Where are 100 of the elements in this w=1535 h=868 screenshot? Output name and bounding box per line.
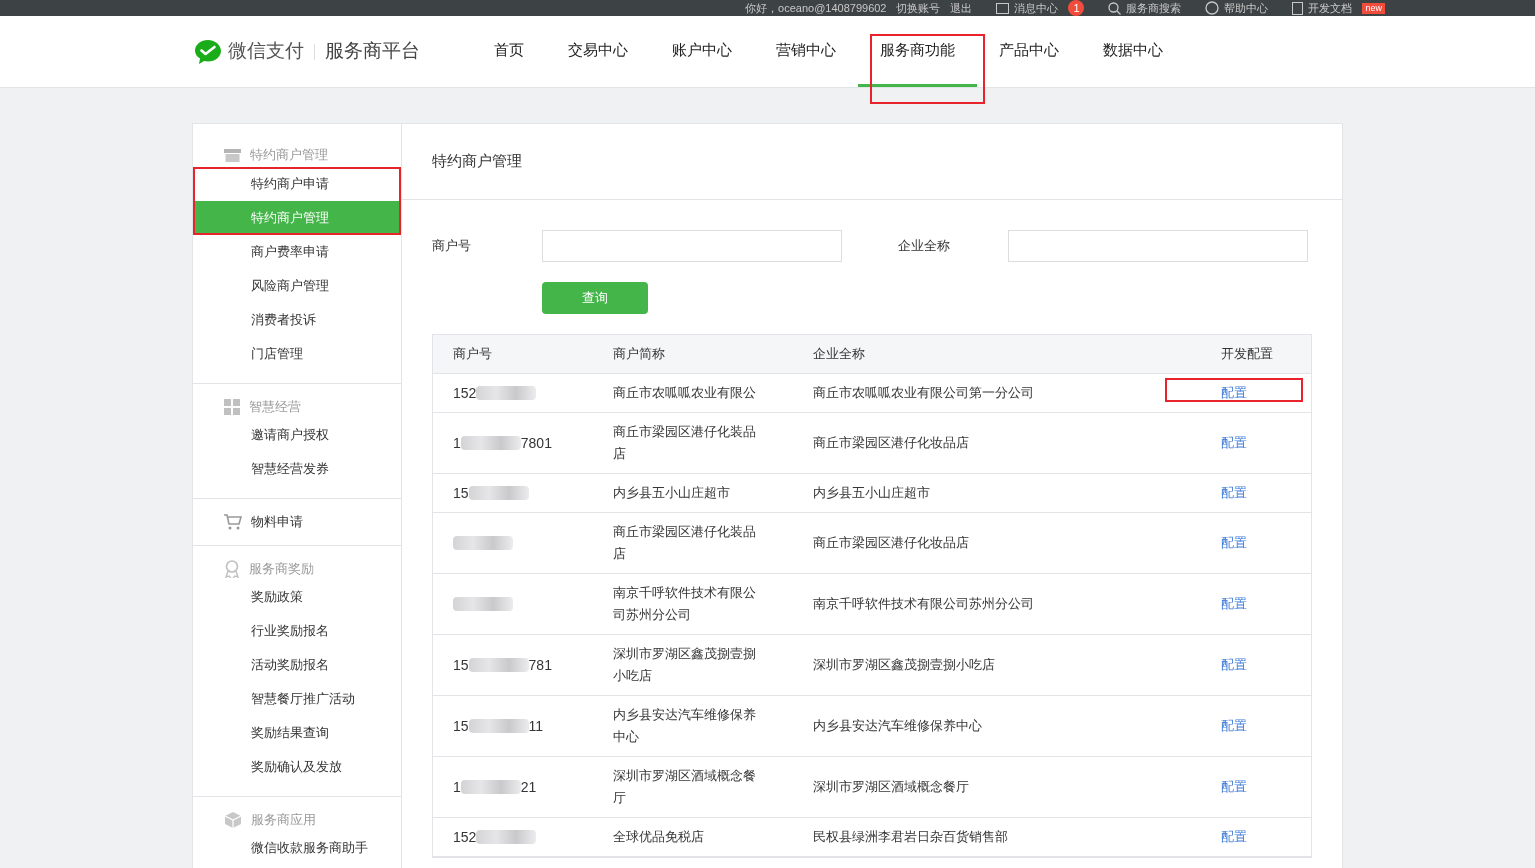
store-icon: [224, 148, 241, 162]
table-cell: 内乡县五小山庄超市: [813, 485, 930, 501]
box-icon: [224, 811, 242, 829]
config-link[interactable]: 配置: [1221, 433, 1247, 453]
table-cell: 商丘市梁园区港仔化妆品店: [813, 435, 969, 451]
blurred-text: [476, 386, 537, 400]
sidebar-item[interactable]: 消费者投诉: [193, 303, 401, 337]
logo-icon: [194, 38, 222, 65]
top-link[interactable]: 切换账号: [896, 1, 941, 15]
top-link[interactable]: 退出: [950, 1, 973, 15]
config-link[interactable]: 配置: [1221, 716, 1247, 736]
nav-tab[interactable]: 账户中心: [650, 16, 754, 87]
config-link[interactable]: 配置: [1221, 383, 1247, 403]
table-cell-text: 全球优品免税店: [613, 828, 705, 846]
top-link[interactable]: 消息中心: [996, 1, 1059, 15]
page-title: 特约商户管理: [432, 151, 522, 172]
field-label: 商户号: [432, 237, 472, 256]
merchant-id: 21: [520, 777, 537, 797]
award-icon: [224, 560, 240, 578]
sidebar-item[interactable]: 商户费率申请: [193, 235, 401, 269]
nav-tab[interactable]: 营销中心: [754, 16, 858, 87]
nav-tab[interactable]: 数据中心: [1081, 16, 1185, 87]
merchant-id: 781: [528, 655, 552, 675]
blurred-text: [460, 436, 521, 450]
config-link[interactable]: 配置: [1221, 483, 1247, 503]
nav-tab[interactable]: 产品中心: [977, 16, 1081, 87]
merchant-id: 15: [453, 716, 469, 736]
sidebar-item[interactable]: 智慧经营发券: [193, 452, 401, 486]
table-cell-text: 深圳市罗湖区酒域概念餐厅: [613, 767, 757, 807]
merchant-id: 15: [453, 655, 469, 675]
blurred-text: [468, 719, 529, 733]
blurred-text: [460, 780, 521, 794]
merchant-id: 15: [453, 483, 469, 503]
table-cell-text: 内乡县五小山庄超市: [613, 484, 731, 502]
table-cell-text: 南京千呼软件技术有限公司苏州分公司: [613, 584, 757, 624]
notification-badge: new: [1362, 2, 1385, 14]
help-icon: [1205, 1, 1220, 15]
sidebar-item[interactable]: 特约商户申请: [193, 167, 401, 201]
sidebar-group-title: 特约商户管理: [250, 146, 328, 165]
config-link[interactable]: 配置: [1221, 777, 1247, 797]
table-cell: 商丘市农呱呱农业有限公司第一分公司: [813, 385, 1034, 401]
column-header: 企业全称: [813, 346, 865, 362]
notification-badge: 1: [1068, 0, 1085, 16]
table-cell-text: 商丘市梁园区港仔化装品店: [613, 423, 757, 463]
blurred-text: [476, 830, 537, 844]
document-icon: [1292, 1, 1304, 15]
sidebar-item[interactable]: 微信收款服务商助手: [193, 831, 401, 865]
sidebar-item[interactable]: 风险商户管理: [193, 269, 401, 303]
sidebar-group-title: 服务商应用: [251, 811, 316, 830]
mail-icon: [996, 2, 1010, 14]
merchant-id: 152: [453, 383, 477, 403]
nav-tab[interactable]: 首页: [472, 16, 546, 87]
nav-tab[interactable]: 服务商功能: [858, 16, 977, 87]
column-header: 商户简称: [613, 346, 665, 362]
top-link[interactable]: 帮助中心: [1205, 1, 1269, 15]
merchant-id: 152: [453, 827, 477, 847]
merchant-id: 11: [528, 716, 544, 736]
sidebar-item[interactable]: 邀请商户授权: [193, 418, 401, 452]
top-link[interactable]: 服务商搜索: [1108, 1, 1182, 15]
sidebar-group-title: 智慧经营: [249, 398, 301, 417]
search-icon: [1108, 1, 1122, 15]
column-header: 开发配置: [1221, 346, 1273, 362]
column-header: 商户号: [453, 346, 492, 362]
sidebar-item[interactable]: 物料申请: [251, 512, 303, 532]
config-link[interactable]: 配置: [1221, 594, 1247, 614]
table-cell: 内乡县安达汽车维修保养中心: [813, 718, 982, 734]
table-cell-text: 商丘市农呱呱农业有限公: [613, 384, 757, 402]
sidebar-item[interactable]: 智慧餐厅推广活动: [193, 682, 401, 716]
input-field[interactable]: [542, 230, 842, 262]
top-link[interactable]: 开发文档: [1292, 1, 1353, 15]
table-cell: 商丘市梁园区港仔化妆品店: [813, 535, 969, 551]
sidebar-item[interactable]: 门店管理: [193, 337, 401, 371]
table-cell-text: 商丘市梁园区港仔化装品店: [613, 523, 757, 563]
blurred-text: [453, 597, 513, 611]
merchant-id: 1: [453, 433, 461, 453]
greeting-text: 你好，oceano@1408799602: [745, 1, 887, 15]
grid-icon: [224, 399, 240, 415]
cart-icon: [224, 514, 242, 530]
field-label: 企业全称: [898, 237, 951, 256]
table-cell: 南京千呼软件技术有限公司苏州分公司: [813, 596, 1034, 612]
table-cell-text: 深圳市罗湖区鑫茂捌壹捌小吃店: [613, 645, 757, 685]
nav-tab[interactable]: 交易中心: [546, 16, 650, 87]
sidebar-item[interactable]: 奖励政策: [193, 580, 401, 614]
config-link[interactable]: 配置: [1221, 655, 1247, 675]
brand-name: 微信支付: [228, 39, 304, 64]
config-link[interactable]: 配置: [1221, 533, 1247, 553]
merchant-id: 7801: [520, 433, 552, 453]
table-cell: 民权县绿洲李君岩日杂百货销售部: [813, 829, 1008, 845]
blurred-text: [468, 658, 529, 672]
product-name: 服务商平台: [325, 39, 420, 64]
sidebar-item[interactable]: 行业奖励报名: [193, 614, 401, 648]
table-cell: 深圳市罗湖区鑫茂捌壹捌小吃店: [813, 657, 995, 673]
table-cell-text: 内乡县安达汽车维修保养中心: [613, 706, 757, 746]
sidebar-item[interactable]: 奖励确认及发放: [193, 750, 401, 784]
sidebar-item[interactable]: 活动奖励报名: [193, 648, 401, 682]
blurred-text: [468, 486, 529, 500]
sidebar-group-title: 服务商奖励: [249, 560, 314, 579]
config-link[interactable]: 配置: [1221, 827, 1247, 847]
input-field[interactable]: [1008, 230, 1308, 262]
sidebar-item[interactable]: 奖励结果查询: [193, 716, 401, 750]
